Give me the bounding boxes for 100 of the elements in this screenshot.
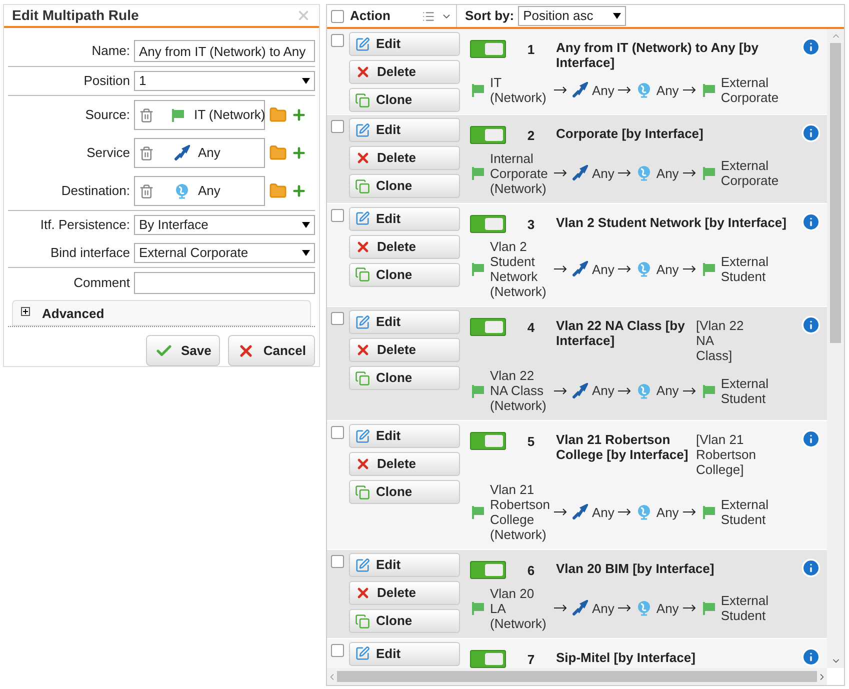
sort-dropdown[interactable]: Position asc (518, 6, 626, 26)
clone-button[interactable]: Clone (349, 609, 460, 633)
arrow-icon (682, 86, 697, 94)
object-field[interactable]: Any (134, 176, 265, 206)
caret-icon (613, 13, 622, 19)
network-flag-icon (700, 382, 717, 398)
object-field[interactable]: Any (134, 138, 265, 168)
route-service: Any (592, 262, 614, 276)
delete-button[interactable]: Delete (349, 60, 460, 84)
checkbox[interactable] (331, 120, 344, 133)
checkbox[interactable] (331, 208, 344, 222)
toggle-switch[interactable] (470, 126, 506, 144)
toggle-switch[interactable] (470, 318, 506, 336)
edit-icon (355, 36, 370, 52)
edit-button[interactable]: Edit (349, 424, 460, 448)
edit-button[interactable]: Edit (349, 553, 460, 577)
rule-name: Vlan 2 Student Network [by Interface] (556, 214, 788, 230)
globe-icon (636, 382, 652, 398)
toggle-switch[interactable] (470, 40, 506, 58)
field-label: Service (86, 144, 131, 162)
copy-icon (355, 267, 370, 282)
arrow-icon (554, 604, 568, 612)
sort-label: Sort by: (464, 7, 516, 26)
dropdown[interactable]: 1 (134, 71, 315, 91)
delete-button[interactable]: Delete (349, 234, 460, 258)
arrow-icon (618, 604, 632, 612)
network-flag-icon (700, 82, 717, 98)
trash-icon[interactable] (139, 146, 154, 160)
route-source: Vlan 2 Student Network (Network) (490, 239, 548, 299)
toggle-switch[interactable] (470, 432, 506, 450)
edit-button[interactable]: Edit (349, 642, 460, 666)
vertical-scrollbar[interactable] (827, 29, 844, 668)
info-icon[interactable] (801, 212, 821, 232)
edit-button[interactable]: Edit (349, 32, 460, 56)
delete-icon (355, 64, 371, 80)
dropdown[interactable]: External Corporate (134, 243, 315, 263)
delete-button[interactable]: Delete (349, 452, 460, 476)
checkbox[interactable] (331, 555, 344, 568)
info-icon[interactable] (801, 315, 821, 335)
text-field[interactable] (134, 272, 315, 294)
folder-icon[interactable] (269, 144, 287, 162)
dropdown[interactable]: By Interface (134, 215, 315, 235)
text-field[interactable]: Any from IT (Network) to Any (134, 40, 315, 62)
toggle-switch[interactable] (470, 650, 506, 668)
object-field[interactable]: IT (Network) (134, 100, 265, 130)
delete-button[interactable]: Delete (349, 338, 460, 362)
save-button[interactable]: Save (146, 335, 220, 366)
trash-icon[interactable] (139, 184, 154, 198)
info-icon[interactable] (801, 429, 821, 449)
folder-icon[interactable] (269, 182, 287, 200)
arrow-icon (682, 265, 697, 273)
checkbox[interactable] (331, 644, 344, 656)
arrow-icon (554, 265, 568, 273)
clone-button[interactable]: Clone (349, 174, 460, 198)
clone-button[interactable]: Clone (349, 480, 460, 504)
globe-icon (174, 183, 190, 199)
edit-button[interactable]: Edit (349, 118, 460, 142)
plus-icon[interactable] (291, 183, 307, 199)
plus-icon[interactable] (291, 107, 307, 123)
toggle-switch[interactable] (470, 214, 506, 232)
route-interface: External Corporate (720, 158, 780, 188)
copy-icon (355, 92, 370, 108)
route-service: Any (592, 600, 614, 616)
folder-icon[interactable] (269, 106, 287, 124)
edit-icon (355, 314, 370, 330)
object-value: Any (198, 182, 220, 200)
plus-icon[interactable] (291, 145, 307, 161)
clone-button[interactable]: Clone (349, 88, 460, 112)
info-icon[interactable] (801, 123, 821, 143)
copy-icon (355, 178, 370, 194)
checkbox[interactable] (331, 10, 344, 22)
expand-icon (21, 307, 30, 316)
edit-button[interactable]: Edit (349, 310, 460, 334)
network-flag-icon (470, 165, 486, 181)
edit-icon (355, 558, 370, 572)
arrow-icon (682, 604, 697, 612)
edit-button[interactable]: Edit (349, 206, 460, 230)
trash-icon[interactable] (139, 108, 154, 122)
clone-button[interactable]: Clone (349, 262, 460, 286)
cancel-button[interactable]: Cancel (228, 335, 315, 366)
checkbox[interactable] (331, 426, 344, 439)
advanced-section[interactable]: Advanced (12, 300, 311, 326)
checkbox[interactable] (331, 34, 344, 47)
checkbox[interactable] (331, 312, 344, 325)
info-icon[interactable] (801, 37, 821, 57)
globe-icon (636, 261, 652, 277)
delete-button[interactable]: Delete (349, 581, 460, 605)
arrow-icon (554, 86, 568, 94)
arrow-icon (682, 508, 697, 516)
clone-button[interactable]: Clone (349, 366, 460, 390)
info-icon[interactable] (801, 646, 821, 666)
delete-button[interactable]: Delete (349, 146, 460, 170)
columns-menu-icon[interactable] (422, 10, 435, 22)
arrow-icon (682, 169, 697, 177)
toggle-switch[interactable] (470, 561, 506, 579)
route-destination: Any (656, 82, 679, 98)
network-flag-icon (700, 600, 717, 616)
info-icon[interactable] (801, 558, 821, 578)
horizontal-scrollbar[interactable] (327, 668, 827, 685)
caret-icon (302, 250, 310, 256)
